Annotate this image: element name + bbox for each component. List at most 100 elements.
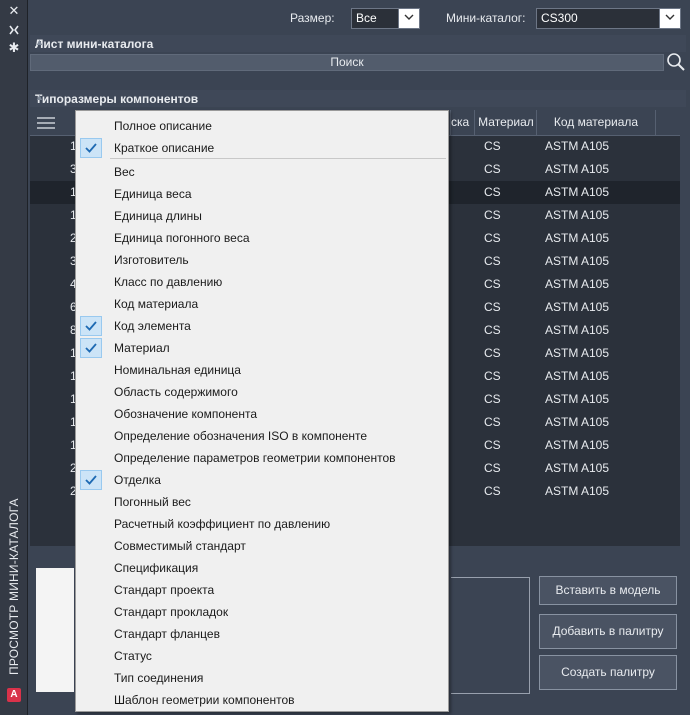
checkmark-icon bbox=[80, 470, 102, 490]
menu-item[interactable]: Совместимый стандарт bbox=[76, 535, 448, 557]
menu-item[interactable]: Код элемента bbox=[76, 315, 448, 337]
column-header-finish[interactable]: ска bbox=[450, 110, 475, 135]
cell-material-code: ASTM A105 bbox=[545, 346, 610, 360]
menu-item[interactable]: Стандарт проекта bbox=[76, 579, 448, 601]
gear-icon[interactable]: ✱ bbox=[7, 41, 21, 55]
sizes-section-header[interactable]: Типоразмеры компонентов ▲ bbox=[30, 90, 686, 107]
menu-item[interactable]: Изготовитель bbox=[76, 249, 448, 271]
menu-item[interactable]: Определение параметров геометрии компоне… bbox=[76, 447, 448, 469]
cell-material: CS bbox=[484, 438, 501, 452]
size-select-value: Все bbox=[356, 11, 377, 25]
catalog-select[interactable]: CS300 bbox=[536, 8, 681, 29]
menu-item-label: Стандарт фланцев bbox=[114, 627, 220, 641]
menu-item[interactable]: Класс по давлению bbox=[76, 271, 448, 293]
cell-material: CS bbox=[484, 461, 501, 475]
menu-item[interactable]: Определение обозначения ISO в компоненте bbox=[76, 425, 448, 447]
menu-item-label: Материал bbox=[114, 341, 170, 355]
cell-material-code: ASTM A105 bbox=[545, 415, 610, 429]
cell-material: CS bbox=[484, 231, 501, 245]
menu-item-label: Код материала bbox=[114, 297, 199, 311]
menu-item-label: Погонный вес bbox=[114, 495, 191, 509]
menu-item-label: Стандарт проекта bbox=[114, 583, 215, 597]
menu-item-label: Полное описание bbox=[114, 119, 212, 133]
size-select[interactable]: Все bbox=[351, 8, 420, 29]
search-placeholder: Поиск bbox=[330, 55, 364, 69]
size-label: Размер: bbox=[290, 11, 335, 25]
menu-item[interactable]: Материал bbox=[76, 337, 448, 359]
cell-material-code: ASTM A105 bbox=[545, 392, 610, 406]
menu-item-label: Класс по давлению bbox=[114, 275, 223, 289]
chevron-down-icon[interactable] bbox=[659, 9, 680, 28]
collapse-icon[interactable]: ▲ bbox=[35, 37, 680, 47]
preview-frame bbox=[451, 577, 530, 694]
menu-item[interactable]: Тип соединения bbox=[76, 667, 448, 689]
cell-material-code: ASTM A105 bbox=[545, 139, 610, 153]
cell-material: CS bbox=[484, 415, 501, 429]
cell-material-code: ASTM A105 bbox=[545, 323, 610, 337]
checkmark-icon bbox=[80, 338, 102, 358]
cell-material-code: ASTM A105 bbox=[545, 162, 610, 176]
menu-item-label: Стандарт прокладок bbox=[114, 605, 229, 619]
cell-material: CS bbox=[484, 277, 501, 291]
cell-material: CS bbox=[484, 162, 501, 176]
cell-material-code: ASTM A105 bbox=[545, 461, 610, 475]
menu-item-label: Тип соединения bbox=[114, 671, 204, 685]
menu-item[interactable]: Стандарт прокладок bbox=[76, 601, 448, 623]
menu-item[interactable]: Единица веса bbox=[76, 183, 448, 205]
menu-item-label: Изготовитель bbox=[114, 253, 189, 267]
menu-item[interactable]: Полное описание bbox=[76, 115, 448, 137]
menu-item[interactable]: Отделка bbox=[76, 469, 448, 491]
menu-item-label: Статус bbox=[114, 649, 152, 663]
column-chooser-icon[interactable] bbox=[34, 114, 58, 132]
menu-item[interactable]: Статус bbox=[76, 645, 448, 667]
catalog-select-value: CS300 bbox=[541, 11, 578, 25]
menu-item-label: Вес bbox=[114, 165, 135, 179]
menu-item-label: Расчетный коэффициент по давлению bbox=[114, 517, 331, 531]
menu-item[interactable]: Область содержимого bbox=[76, 381, 448, 403]
menu-separator bbox=[110, 158, 446, 159]
menu-item[interactable]: Единица погонного веса bbox=[76, 227, 448, 249]
chevron-down-icon[interactable] bbox=[398, 9, 419, 28]
menu-item-label: Определение обозначения ISO в компоненте bbox=[114, 429, 368, 443]
sheet-section-header[interactable]: Лист мини-каталога ▲ bbox=[30, 35, 686, 52]
menu-item-label: Единица веса bbox=[114, 187, 192, 201]
menu-item[interactable]: Шаблон геометрии компонентов bbox=[76, 689, 448, 711]
cell-material: CS bbox=[484, 254, 501, 268]
create-palette-button[interactable]: Создать палитру bbox=[539, 655, 677, 690]
cell-material-code: ASTM A105 bbox=[545, 484, 610, 498]
autohide-icon[interactable] bbox=[7, 23, 21, 37]
filter-row: Размер: Все Мини-каталог: CS300 bbox=[28, 0, 690, 36]
cell-material-code: ASTM A105 bbox=[545, 208, 610, 222]
cell-material-code: ASTM A105 bbox=[545, 369, 610, 383]
cell-material: CS bbox=[484, 139, 501, 153]
menu-item[interactable]: Краткое описание bbox=[76, 137, 448, 159]
add-to-palette-button[interactable]: Добавить в палитру bbox=[539, 614, 677, 649]
search-input[interactable]: Поиск bbox=[30, 54, 664, 71]
palette-titlebar: ✕ ✱ ПРОСМОТР МИНИ-КАТАЛОГА A bbox=[0, 0, 28, 715]
cell-material: CS bbox=[484, 369, 501, 383]
menu-item[interactable]: Код материала bbox=[76, 293, 448, 315]
menu-item-label: Шаблон геометрии компонентов bbox=[114, 693, 295, 707]
menu-item-label: Код элемента bbox=[114, 319, 191, 333]
menu-item[interactable]: Погонный вес bbox=[76, 491, 448, 513]
catalog-label: Мини-каталог: bbox=[446, 11, 526, 25]
menu-item-label: Краткое описание bbox=[114, 141, 215, 155]
menu-item[interactable]: Единица длины bbox=[76, 205, 448, 227]
menu-item[interactable]: Спецификация bbox=[76, 557, 448, 579]
search-icon[interactable] bbox=[666, 52, 686, 72]
cell-material: CS bbox=[484, 346, 501, 360]
column-header-material[interactable]: Материал bbox=[474, 110, 537, 135]
menu-item[interactable]: Вес bbox=[76, 161, 448, 183]
insert-into-model-button[interactable]: Вставить в модель bbox=[539, 576, 677, 605]
menu-item-label: Номинальная единица bbox=[114, 363, 241, 377]
menu-item-label: Единица погонного веса bbox=[114, 231, 250, 245]
menu-item[interactable]: Номинальная единица bbox=[76, 359, 448, 381]
cell-material-code: ASTM A105 bbox=[545, 185, 610, 199]
close-icon[interactable]: ✕ bbox=[7, 4, 21, 18]
column-header-material-code[interactable]: Код материала bbox=[536, 110, 656, 135]
menu-item[interactable]: Обозначение компонента bbox=[76, 403, 448, 425]
menu-item-label: Определение параметров геометрии компоне… bbox=[114, 451, 396, 465]
menu-item[interactable]: Стандарт фланцев bbox=[76, 623, 448, 645]
collapse-icon[interactable]: ▲ bbox=[35, 92, 680, 102]
menu-item[interactable]: Расчетный коэффициент по давлению bbox=[76, 513, 448, 535]
